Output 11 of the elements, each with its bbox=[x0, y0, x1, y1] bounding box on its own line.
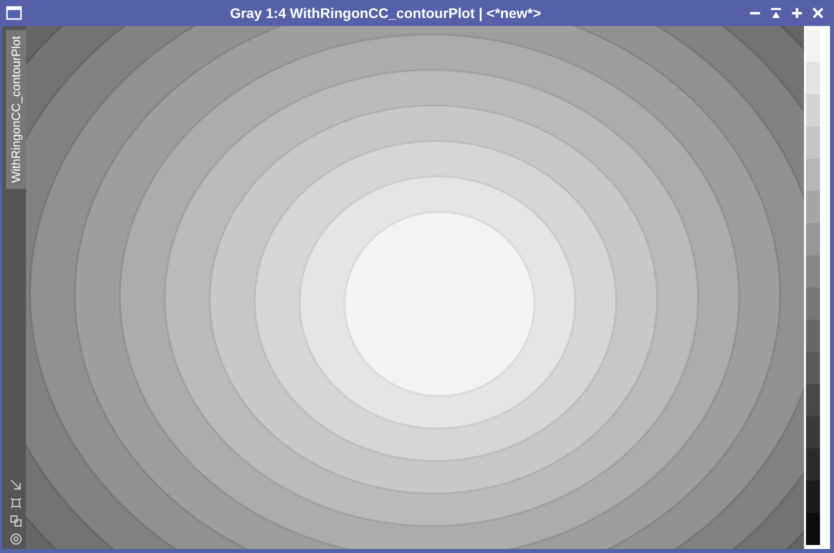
target-icon[interactable] bbox=[10, 533, 22, 545]
side-tab-label: WithRingonCC_contourPlot bbox=[8, 36, 24, 183]
maximize-icon[interactable] bbox=[791, 7, 803, 19]
copy-icon[interactable] bbox=[10, 515, 22, 527]
window-title: Gray 1:4 WithRingonCC_contourPlot | <*new*> bbox=[230, 4, 542, 24]
resize-arrow-icon[interactable] bbox=[10, 479, 22, 491]
fit-frame-icon[interactable] bbox=[10, 497, 22, 509]
shade-icon[interactable] bbox=[770, 7, 782, 19]
window-icon[interactable] bbox=[6, 6, 22, 20]
side-tab[interactable]: WithRingonCC_contourPlot bbox=[6, 30, 26, 189]
close-icon[interactable] bbox=[812, 7, 824, 19]
